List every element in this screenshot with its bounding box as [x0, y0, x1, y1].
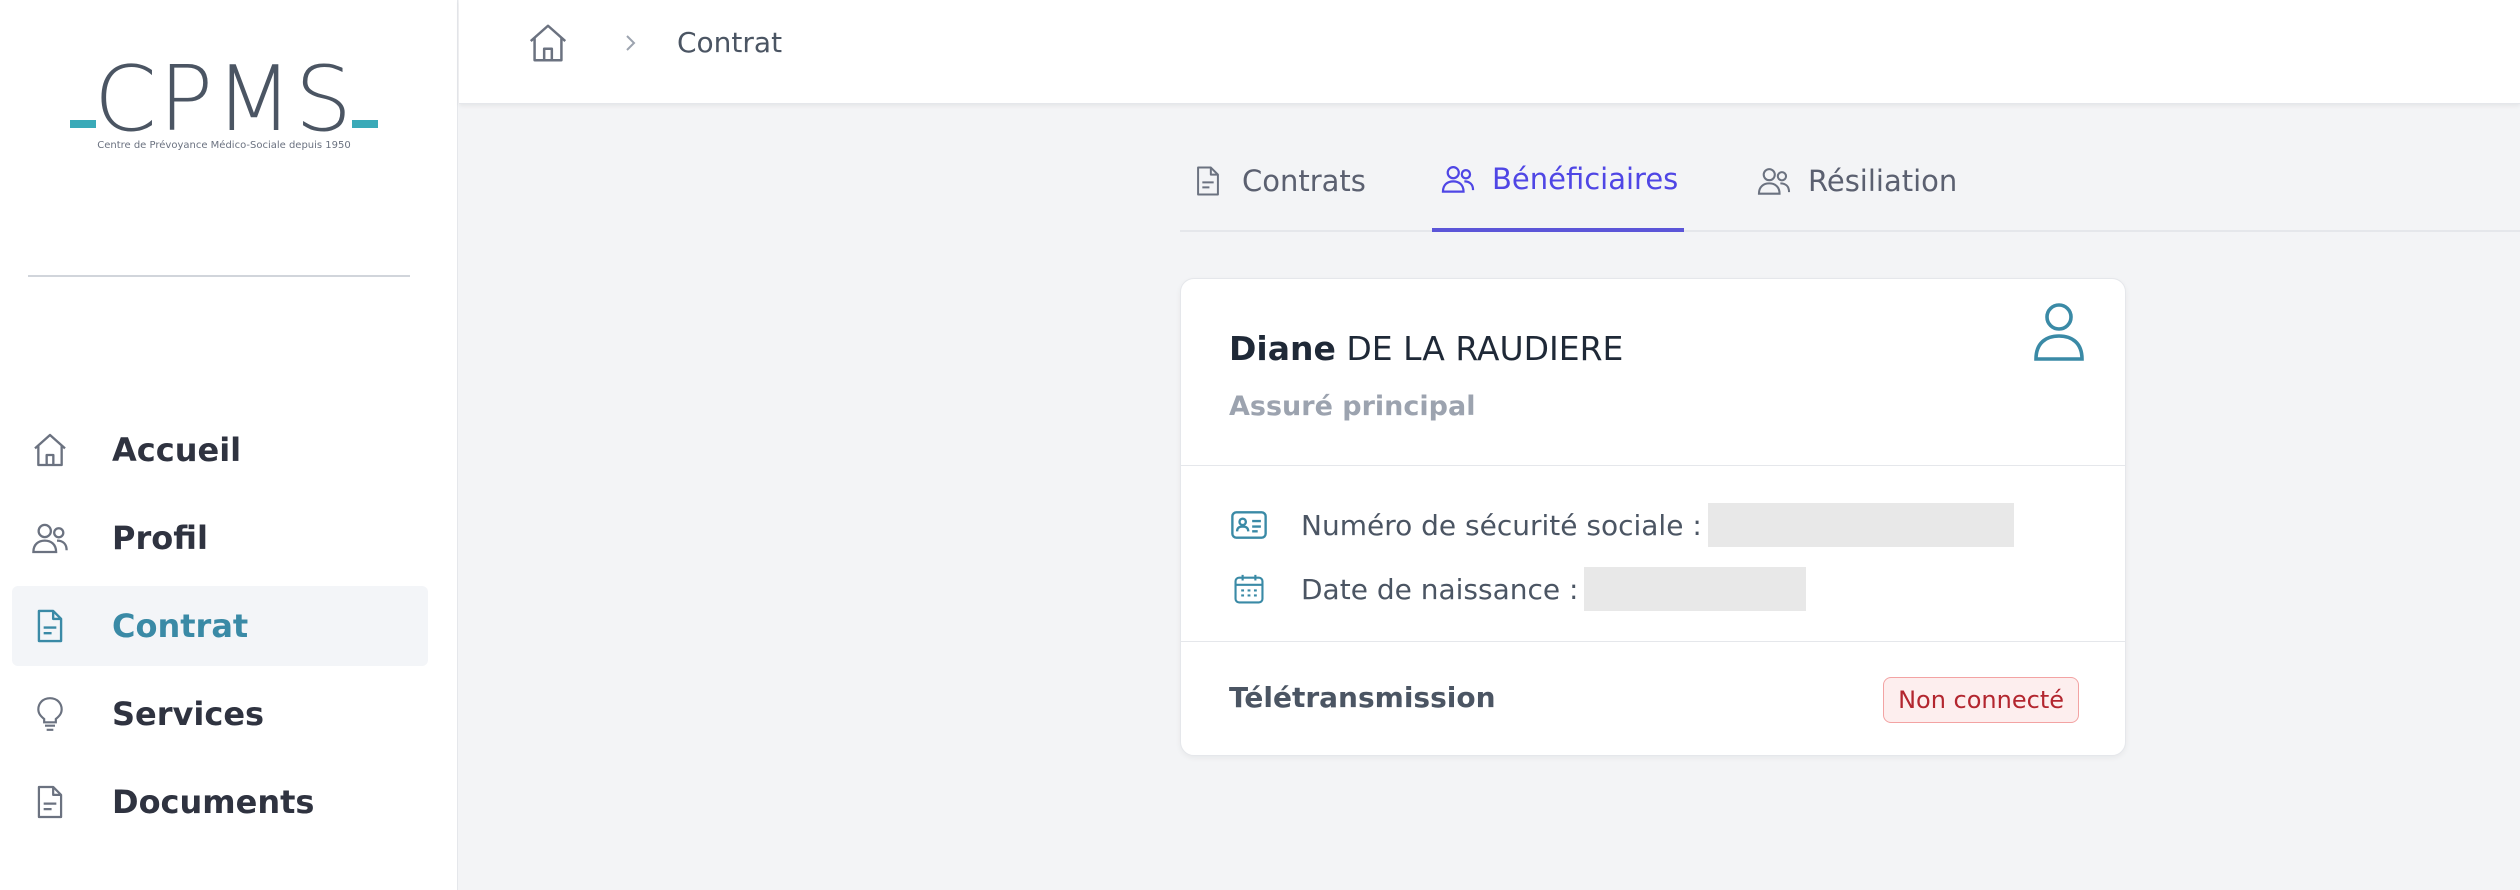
- id-card-icon: [1229, 505, 1269, 545]
- document-icon: [28, 604, 72, 648]
- sidebar-divider: [28, 275, 410, 277]
- sidebar-item-label: Profil: [112, 519, 208, 557]
- breadcrumb: Contrat: [459, 0, 2520, 104]
- tab-contrats[interactable]: Contrats: [1182, 130, 1372, 232]
- beneficiary-last-name: DE LA RAUDIERE: [1346, 329, 1624, 368]
- users-icon: [1438, 159, 1478, 199]
- teletransmission-label: Télétransmission: [1229, 681, 1496, 714]
- tab-label: Contrats: [1242, 164, 1366, 198]
- divider: [1181, 465, 2125, 466]
- sidebar-item-documents[interactable]: Documents: [12, 762, 428, 842]
- document-icon: [28, 780, 72, 824]
- ssn-value-redacted: [1707, 503, 2014, 547]
- sidebar-item-contrat[interactable]: Contrat: [12, 586, 428, 666]
- sidebar-nav: Accueil Profil Contrat Services Document…: [12, 410, 428, 850]
- contract-tabs: Contrats Bénéficiaires Résiliation: [1180, 130, 2520, 232]
- logo-dash-left: [70, 120, 96, 128]
- logo-tagline: Centre de Prévoyance Médico-Sociale depu…: [97, 140, 351, 151]
- breadcrumb-current: Contrat: [677, 26, 783, 59]
- home-icon: [28, 428, 72, 472]
- sidebar: CPMS Centre de Prévoyance Médico-Sociale…: [0, 0, 458, 890]
- sidebar-item-accueil[interactable]: Accueil: [12, 410, 428, 490]
- chevron-right-icon: [619, 28, 643, 58]
- sidebar-item-profil[interactable]: Profil: [12, 498, 428, 578]
- sidebar-item-label: Documents: [112, 783, 315, 821]
- document-icon: [1188, 161, 1228, 201]
- ssn-row: Numéro de sécurité sociale :: [1229, 503, 2014, 547]
- home-icon[interactable]: [525, 20, 571, 66]
- tab-beneficiaires[interactable]: Bénéficiaires: [1432, 130, 1685, 232]
- tab-resiliation[interactable]: Résiliation: [1748, 130, 1963, 232]
- user-icon: [2031, 299, 2087, 363]
- calendar-icon: [1229, 569, 1269, 609]
- users-icon: [1754, 161, 1794, 201]
- beneficiary-first-name: Diane: [1229, 329, 1336, 368]
- cpms-logo[interactable]: CPMS Centre de Prévoyance Médico-Sociale…: [64, 50, 384, 160]
- sidebar-item-services[interactable]: Services: [12, 674, 428, 754]
- sidebar-item-label: Services: [112, 695, 265, 733]
- birthdate-value-redacted: [1584, 567, 1807, 611]
- birthdate-row: Date de naissance :: [1229, 567, 1807, 611]
- birthdate-label: Date de naissance :: [1301, 572, 1579, 606]
- beneficiary-card: Diane DE LA RAUDIERE Assuré principal Nu…: [1180, 278, 2126, 756]
- logo-text: CPMS: [94, 47, 354, 152]
- sidebar-item-label: Accueil: [112, 431, 242, 469]
- users-icon: [28, 516, 72, 560]
- tab-label: Résiliation: [1808, 164, 1958, 198]
- logo-dash-right: [352, 120, 378, 128]
- lightbulb-icon: [28, 692, 72, 736]
- ssn-label: Numéro de sécurité sociale :: [1301, 508, 1702, 542]
- beneficiary-role: Assuré principal: [1229, 391, 1476, 422]
- sidebar-item-label: Contrat: [112, 607, 249, 645]
- divider: [1181, 641, 2125, 642]
- tab-label: Bénéficiaires: [1492, 162, 1679, 196]
- beneficiary-name: Diane DE LA RAUDIERE: [1229, 329, 1623, 368]
- status-badge: Non connecté: [1883, 677, 2079, 723]
